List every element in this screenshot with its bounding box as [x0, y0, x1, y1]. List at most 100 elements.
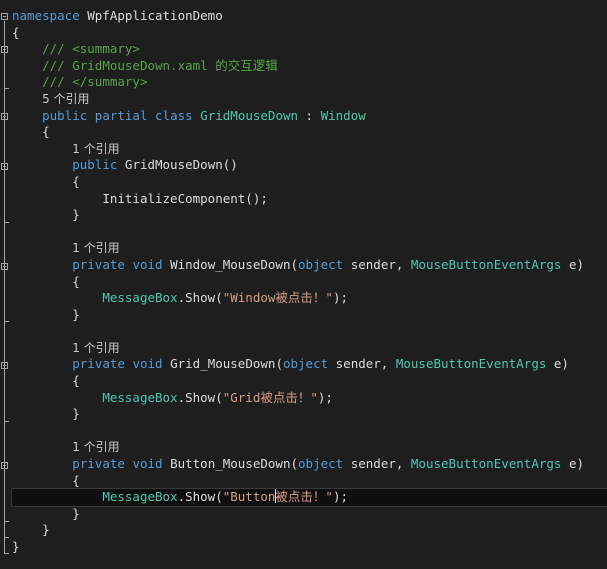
code-line[interactable]: }: [12, 207, 607, 224]
keyword-object: object: [282, 356, 329, 372]
keyword-private: private: [72, 256, 125, 272]
outline-guide-end: [4, 537, 9, 538]
keyword-void: void: [132, 356, 163, 372]
codelens-references[interactable]: 1 个引用: [72, 142, 119, 156]
method-name: Button_MouseDown: [170, 456, 291, 472]
code-line[interactable]: {: [12, 274, 607, 291]
comment: /// </summary>: [42, 74, 148, 90]
close-call: );: [332, 290, 349, 306]
args-type: MouseButtonEventArgs: [410, 256, 562, 272]
code-line[interactable]: MessageBox.Show("Window被点击！");: [12, 290, 607, 307]
code-line[interactable]: {: [12, 124, 607, 141]
codelens-references[interactable]: 5 个引用: [42, 92, 89, 106]
outline-guide-end: [4, 553, 9, 554]
code-line[interactable]: }: [12, 406, 607, 423]
codelens-references[interactable]: 1 个引用: [72, 241, 119, 255]
param-e: e): [561, 456, 585, 472]
string-literal: "Button: [222, 489, 276, 505]
code-line[interactable]: 5 个引用: [12, 91, 607, 108]
code-line[interactable]: namespace WpfApplicationDemo: [12, 8, 607, 25]
comment: /// GridMouseDown.xaml 的交互逻辑: [42, 57, 278, 73]
keyword-public: public: [42, 107, 88, 123]
current-line[interactable]: MessageBox.Show("Button被点击！");: [11, 488, 607, 507]
code-line[interactable]: {: [12, 25, 607, 42]
args-type: MouseButtonEventArgs: [395, 356, 547, 372]
collapse-class-icon[interactable]: [1, 113, 8, 120]
init-call: InitializeComponent();: [102, 190, 268, 206]
brace: {: [72, 273, 80, 289]
parens: (): [222, 157, 238, 173]
codelens-references[interactable]: 1 个引用: [72, 341, 119, 355]
collapse-window-mousedown-icon[interactable]: [1, 263, 8, 270]
code-lines[interactable]: namespace WpfApplicationDemo { /// <summ…: [11, 8, 607, 556]
code-line[interactable]: }: [12, 506, 607, 523]
keyword-private: private: [72, 456, 125, 472]
outline-guide-end: [4, 521, 9, 522]
code-line[interactable]: public GridMouseDown(): [12, 157, 607, 174]
code-line[interactable]: 1 个引用: [12, 340, 607, 357]
code-line[interactable]: {: [12, 373, 607, 390]
keyword-namespace: namespace: [12, 8, 80, 23]
code-line[interactable]: 1 个引用: [12, 439, 607, 456]
collapse-grid-mousedown-icon[interactable]: [1, 362, 8, 369]
codelens-references[interactable]: 1 个引用: [72, 440, 119, 454]
code-line[interactable]: }: [12, 522, 607, 539]
code-line[interactable]: 1 个引用: [12, 141, 607, 158]
brace: {: [72, 173, 80, 189]
code-line[interactable]: MessageBox.Show("Grid被点击！");: [12, 390, 607, 407]
keyword-object: object: [298, 256, 344, 272]
code-line[interactable]: public partial class GridMouseDown : Win…: [12, 108, 607, 125]
colon: :: [298, 107, 321, 123]
code-line[interactable]: }: [12, 307, 607, 324]
show-call: .Show(: [177, 489, 223, 505]
outline-guide-end: [4, 88, 9, 89]
messagebox-type: MessageBox: [102, 290, 178, 306]
method-name: Window_MouseDown: [170, 256, 291, 272]
brace: }: [72, 406, 80, 422]
code-editor[interactable]: namespace WpfApplicationDemo { /// <summ…: [0, 0, 607, 569]
string-literal: "Grid被点击！": [222, 389, 318, 405]
ctor-name: GridMouseDown: [124, 157, 223, 173]
brace: }: [72, 306, 80, 322]
keyword-class: class: [155, 107, 193, 123]
code-line[interactable]: /// </summary>: [12, 74, 607, 91]
collapse-ctor-icon[interactable]: [1, 163, 8, 170]
keyword-void: void: [132, 456, 163, 472]
code-line[interactable]: }: [12, 539, 607, 556]
code-line[interactable]: private void Button_MouseDown(object sen…: [12, 456, 607, 473]
collapse-namespace-icon[interactable]: [1, 13, 8, 20]
messagebox-type: MessageBox: [102, 389, 178, 405]
brace: }: [12, 539, 20, 554]
string-literal: "Window被点击！": [222, 290, 333, 306]
keyword-partial: partial: [94, 107, 148, 123]
code-line[interactable]: private void Grid_MouseDown(object sende…: [12, 356, 607, 373]
code-line[interactable]: [12, 423, 607, 440]
code-line[interactable]: 1 个引用: [12, 240, 607, 257]
code-line[interactable]: {: [12, 473, 607, 490]
method-name: Grid_MouseDown: [170, 356, 276, 372]
class-name: GridMouseDown: [200, 107, 299, 123]
param-sender: sender,: [328, 356, 396, 372]
collapse-button-mousedown-icon[interactable]: [1, 462, 8, 469]
code-line[interactable]: /// <summary>: [12, 41, 607, 58]
outline-guide-end: [4, 222, 9, 223]
code-line[interactable]: {: [12, 174, 607, 191]
show-call: .Show(: [177, 290, 223, 306]
collapse-comment-icon[interactable]: [1, 46, 8, 53]
keyword-void: void: [132, 256, 163, 272]
messagebox-type: MessageBox: [102, 489, 178, 505]
brace: {: [72, 472, 80, 488]
code-line[interactable]: InitializeComponent();: [12, 191, 607, 208]
brace: }: [42, 522, 50, 538]
code-line[interactable]: [12, 323, 607, 340]
outline-margin: [0, 0, 12, 569]
outline-guide-end: [4, 421, 9, 422]
close-call: );: [332, 489, 349, 505]
brace: {: [12, 24, 20, 40]
code-line[interactable]: private void Window_MouseDown(object sen…: [12, 257, 607, 274]
namespace-name: WpfApplicationDemo: [79, 8, 223, 23]
brace: {: [42, 124, 50, 140]
brace: }: [72, 207, 80, 223]
code-line[interactable]: /// GridMouseDown.xaml 的交互逻辑: [12, 58, 607, 75]
code-line[interactable]: [12, 224, 607, 241]
